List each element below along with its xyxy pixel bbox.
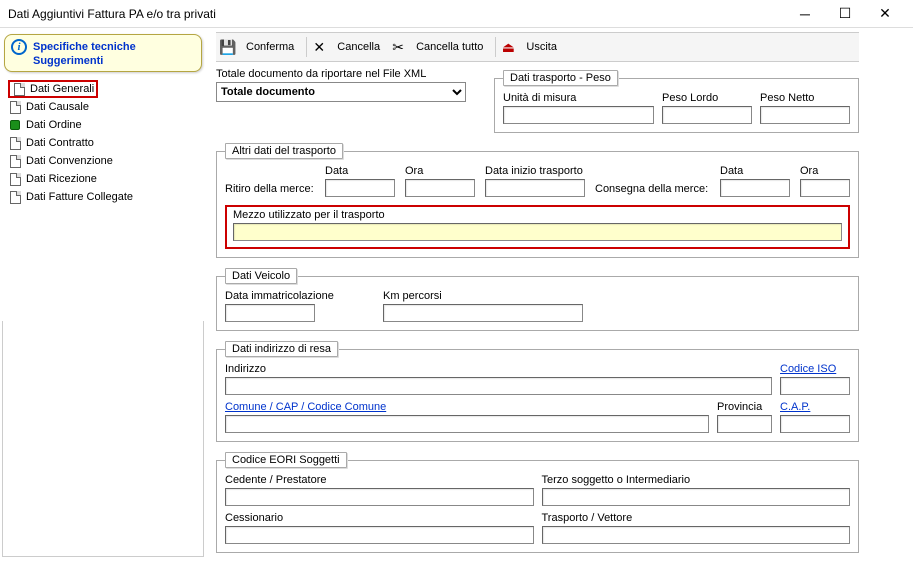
tree-item-causale[interactable]: Dati Causale	[6, 98, 200, 116]
check-icon	[10, 120, 20, 130]
km-input[interactable]	[383, 304, 583, 322]
tree-item-contratto[interactable]: Dati Contratto	[6, 134, 200, 152]
inizio-label: Data inizio trasporto	[485, 165, 585, 177]
cancella-tutto-button[interactable]: Cancella tutto	[408, 35, 491, 59]
tree-item-ordine[interactable]: Dati Ordine	[6, 116, 200, 134]
tree-item-generali[interactable]: Dati Generali	[6, 80, 200, 98]
conferma-button[interactable]: Conferma	[238, 35, 302, 59]
peso-legend: Dati trasporto - Peso	[503, 70, 618, 86]
ritiro-label: Ritiro della merce:	[225, 183, 315, 195]
info-icon: i	[11, 39, 27, 55]
uscita-button[interactable]: Uscita	[518, 35, 565, 59]
consegna-data-label: Data	[720, 165, 790, 177]
doc-icon	[10, 155, 21, 168]
delete-icon[interactable]: ✕	[311, 39, 327, 55]
peso-netto-label: Peso Netto	[760, 92, 850, 104]
cap-input[interactable]	[780, 415, 850, 433]
vettore-input[interactable]	[542, 526, 851, 544]
altri-legend: Altri dati del trasporto	[225, 143, 343, 159]
comune-link[interactable]: Comune / CAP / Codice Comune	[225, 401, 709, 413]
terzo-input[interactable]	[542, 488, 851, 506]
consegna-ora-label: Ora	[800, 165, 850, 177]
delete-all-icon[interactable]: ✂	[390, 39, 406, 55]
doc-icon	[10, 101, 21, 114]
cancella-button[interactable]: Cancella	[329, 35, 388, 59]
cedente-label: Cedente / Prestatore	[225, 474, 534, 486]
peso-lordo-label: Peso Lordo	[662, 92, 752, 104]
iso-link[interactable]: Codice ISO	[780, 363, 850, 375]
mezzo-label: Mezzo utilizzato per il trasporto	[233, 209, 842, 221]
xml-total-label: Totale documento da riportare nel File X…	[216, 68, 486, 80]
titlebar: Dati Aggiuntivi Fattura PA e/o tra priva…	[0, 0, 913, 28]
terzo-label: Terzo soggetto o Intermediario	[542, 474, 851, 486]
tree-item-convenzione[interactable]: Dati Convenzione	[6, 152, 200, 170]
save-icon[interactable]: 💾	[220, 39, 236, 55]
maximize-button[interactable]: ☐	[825, 1, 865, 27]
exit-icon[interactable]: ⏏	[500, 39, 516, 55]
mezzo-input[interactable]	[233, 223, 842, 241]
ritiro-data-input[interactable]	[325, 179, 395, 197]
doc-icon	[10, 137, 21, 150]
eori-legend: Codice EORI Soggetti	[225, 452, 347, 468]
window-title: Dati Aggiuntivi Fattura PA e/o tra priva…	[8, 7, 785, 21]
unita-input[interactable]	[503, 106, 654, 124]
consegna-data-input[interactable]	[720, 179, 790, 197]
close-button[interactable]: ✕	[865, 1, 905, 27]
provincia-input[interactable]	[717, 415, 772, 433]
nav-tree: Dati Generali Dati Causale Dati Ordine D…	[2, 78, 204, 317]
provincia-label: Provincia	[717, 401, 772, 413]
imm-input[interactable]	[225, 304, 315, 322]
peso-lordo-input[interactable]	[662, 106, 752, 124]
doc-icon	[10, 173, 21, 186]
cedente-input[interactable]	[225, 488, 534, 506]
tree-item-ricezione[interactable]: Dati Ricezione	[6, 170, 200, 188]
veicolo-legend: Dati Veicolo	[225, 268, 297, 284]
resa-legend: Dati indirizzo di resa	[225, 341, 338, 357]
km-label: Km percorsi	[383, 290, 583, 302]
ritiro-ora-label: Ora	[405, 165, 475, 177]
indirizzo-input[interactable]	[225, 377, 772, 395]
unita-label: Unità di misura	[503, 92, 654, 104]
indirizzo-label: Indirizzo	[225, 363, 772, 375]
minimize-button[interactable]: ─	[785, 1, 825, 27]
hint-note: i Specifiche tecniche Suggerimenti	[4, 34, 202, 72]
peso-netto-input[interactable]	[760, 106, 850, 124]
ritiro-ora-input[interactable]	[405, 179, 475, 197]
ritiro-data-label: Data	[325, 165, 395, 177]
xml-total-select[interactable]: Totale documento	[216, 82, 466, 102]
note-line1[interactable]: Specifiche tecniche	[33, 41, 136, 53]
consegna-label: Consegna della merce:	[595, 183, 710, 195]
doc-icon	[14, 83, 25, 96]
cessionario-input[interactable]	[225, 526, 534, 544]
cessionario-label: Cessionario	[225, 512, 534, 524]
note-line2[interactable]: Suggerimenti	[11, 55, 195, 67]
consegna-ora-input[interactable]	[800, 179, 850, 197]
imm-label: Data immatricolazione	[225, 290, 375, 302]
iso-input[interactable]	[780, 377, 850, 395]
cap-link[interactable]: C.A.P.	[780, 401, 850, 413]
vettore-label: Trasporto / Vettore	[542, 512, 851, 524]
tree-item-collegate[interactable]: Dati Fatture Collegate	[6, 188, 200, 206]
doc-icon	[10, 191, 21, 204]
comune-input[interactable]	[225, 415, 709, 433]
inizio-input[interactable]	[485, 179, 585, 197]
